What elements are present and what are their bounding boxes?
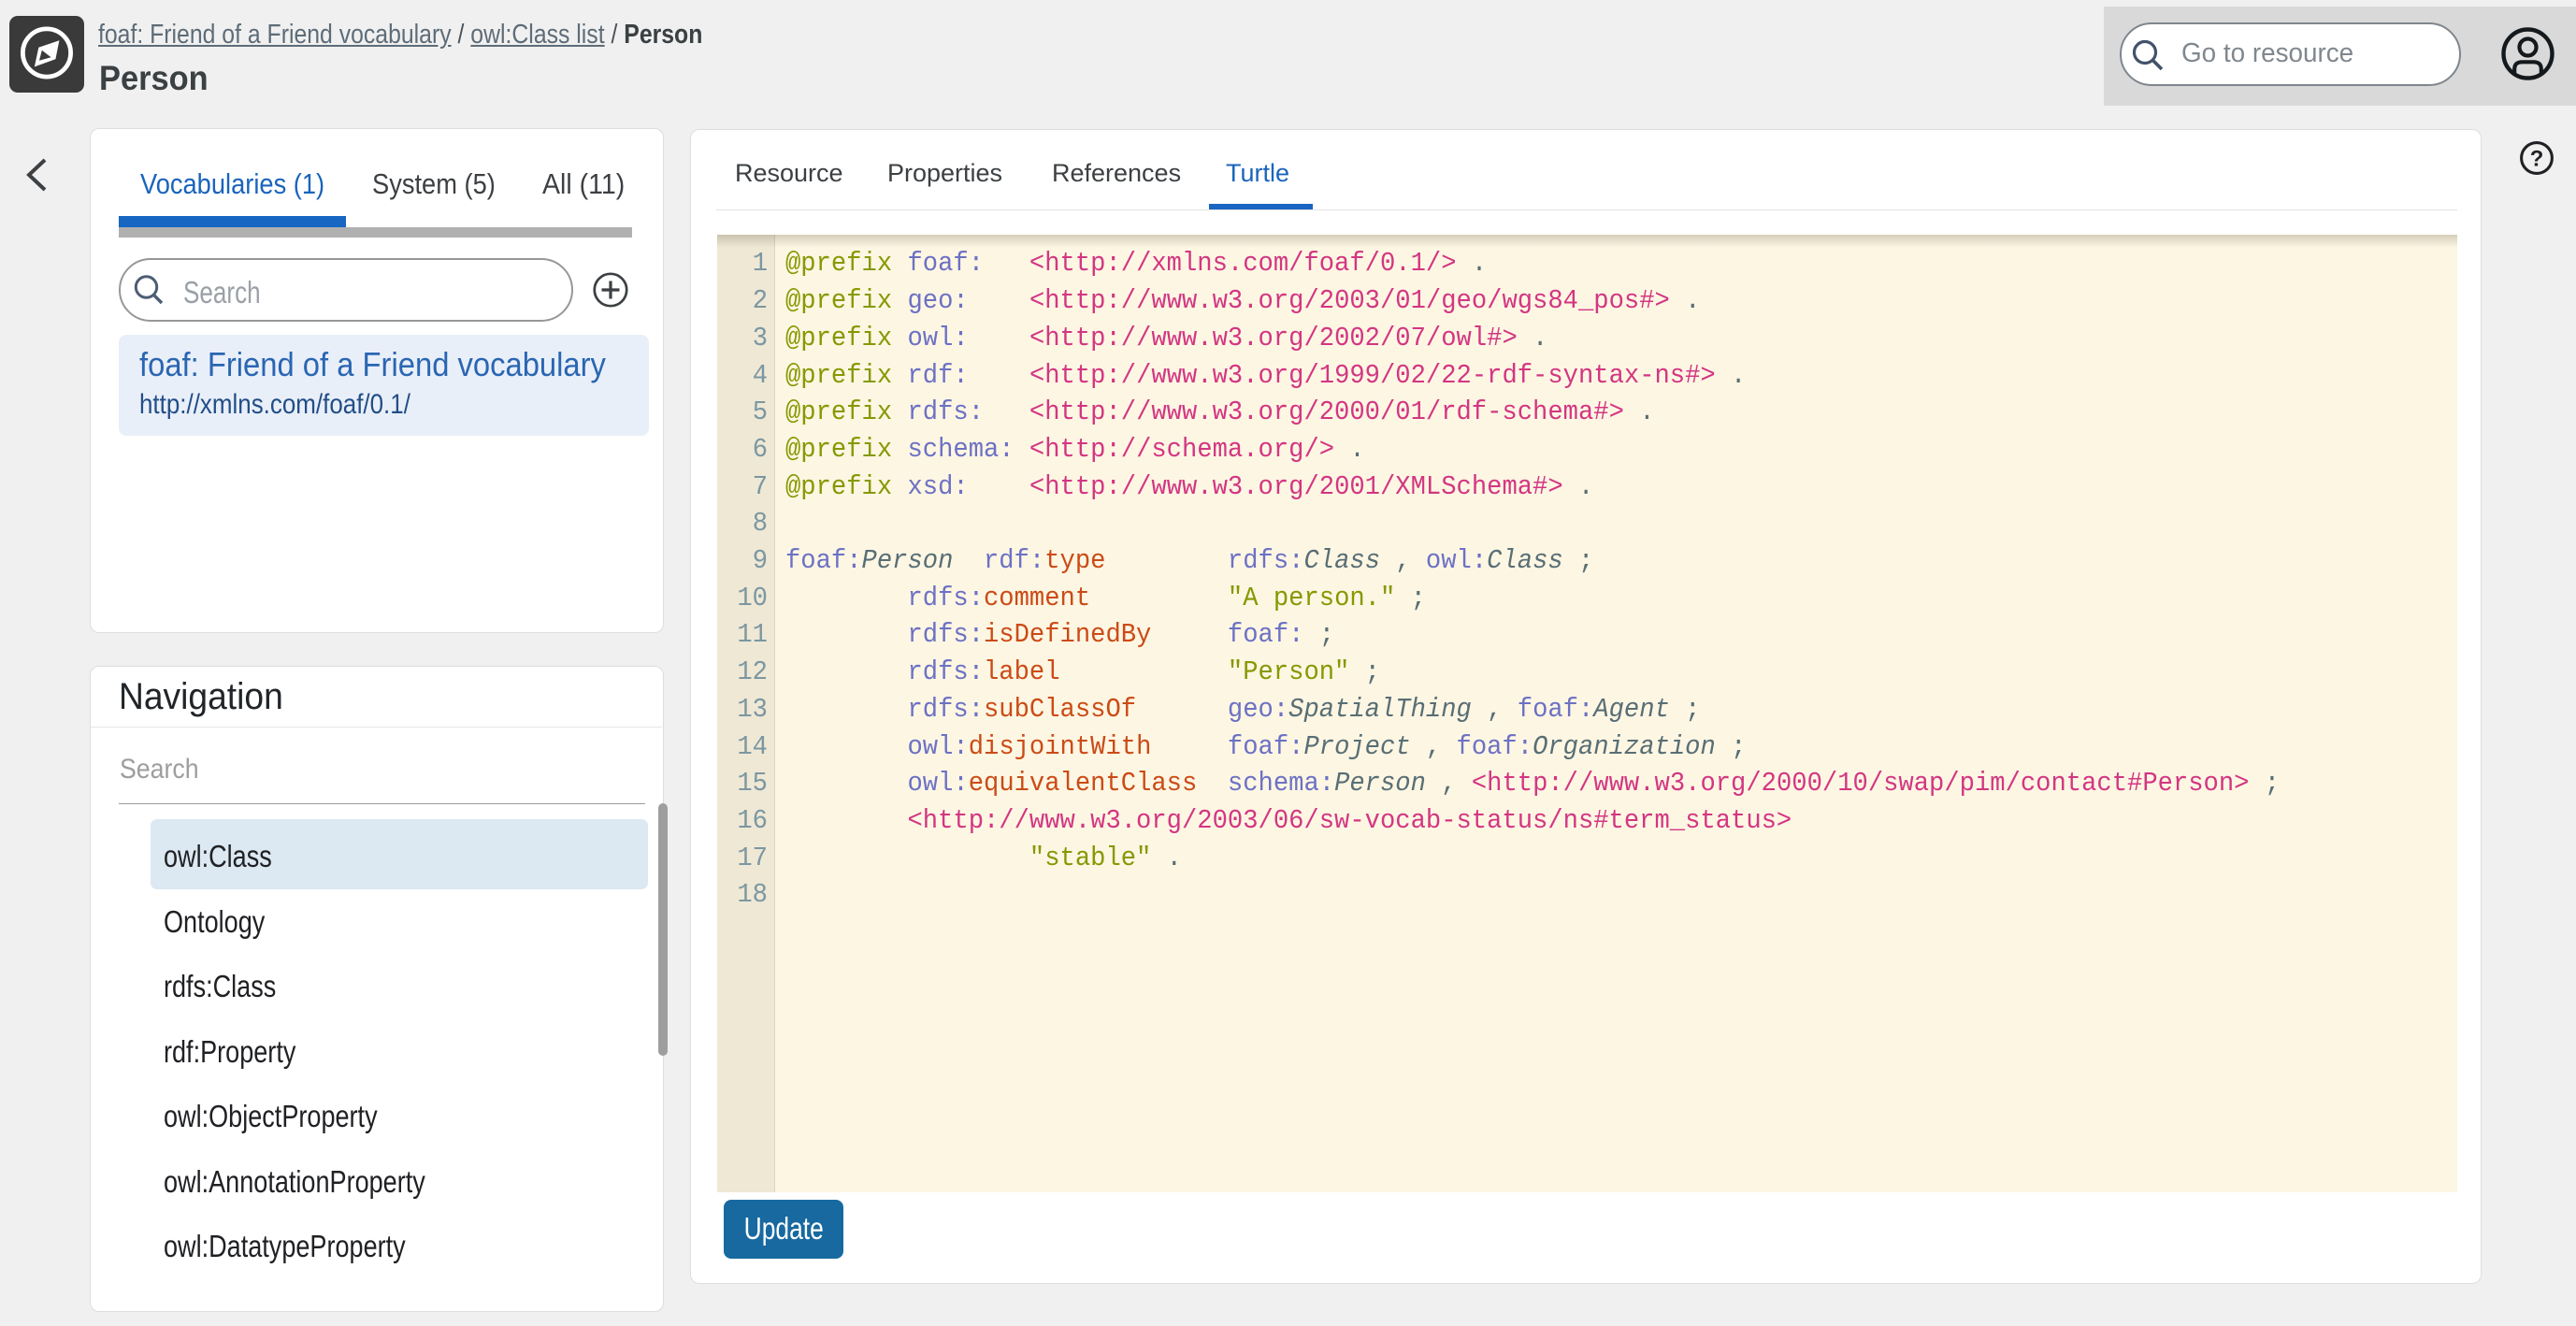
svg-text:?: ?	[2530, 147, 2544, 172]
